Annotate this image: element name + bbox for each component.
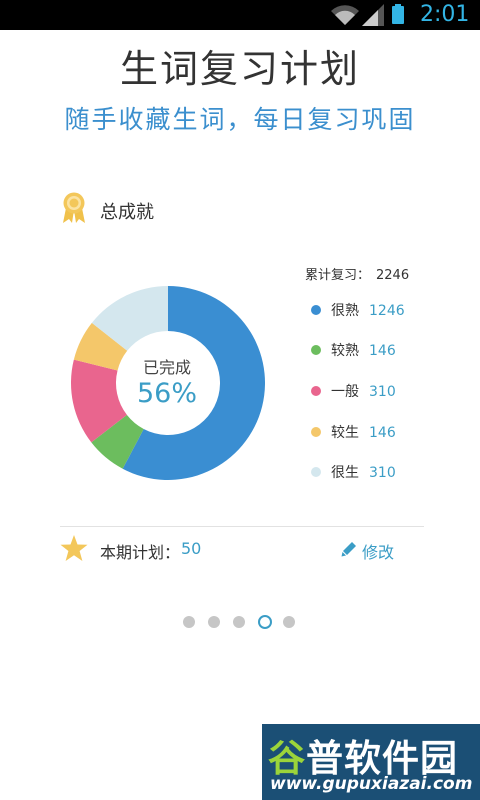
- legend-item-very-unfamiliar: 很生 310: [311, 462, 396, 482]
- legend-value: 146: [369, 425, 396, 441]
- legend-dot: [311, 305, 321, 315]
- legend-item-average: 一般 310: [311, 381, 396, 401]
- star-icon: [60, 535, 88, 561]
- page-dot-3[interactable]: [233, 616, 245, 628]
- divider: [60, 526, 424, 527]
- legend-dot: [311, 386, 321, 396]
- legend-name: 很生: [331, 465, 359, 481]
- page-dot-1[interactable]: [183, 616, 195, 628]
- edit-plan-label: 修改: [362, 543, 395, 562]
- watermark: 谷普软件园 www.gupuxiazai.com: [262, 724, 480, 800]
- page-title: 生词复习计划: [119, 47, 360, 91]
- legend-name: 一般: [331, 384, 359, 400]
- pencil-icon: [341, 542, 356, 557]
- achievement-label: 总成就: [100, 202, 154, 223]
- legend-item-familiar: 较熟 146: [311, 340, 396, 360]
- total-reviews-label: 累计复习：: [305, 268, 371, 283]
- legend-dot: [311, 345, 321, 355]
- watermark-url: www.gupuxiazai.com: [270, 774, 473, 794]
- page-dot-2[interactable]: [208, 616, 220, 628]
- legend-name: 较生: [331, 425, 359, 441]
- legend-item-unfamiliar: 较生 146: [311, 422, 396, 442]
- medal-icon: [63, 192, 85, 223]
- status-bar: 2:01: [0, 0, 480, 30]
- total-reviews: 累计复习： 2246: [305, 264, 409, 283]
- legend-value: 1246: [369, 303, 405, 319]
- legend-name: 很熟: [331, 303, 359, 319]
- page-indicator[interactable]: [183, 614, 303, 630]
- battery-icon: [392, 4, 404, 24]
- page-dot-4[interactable]: [258, 615, 272, 629]
- total-reviews-value: 2246: [376, 268, 410, 283]
- page-dot-5[interactable]: [283, 616, 295, 628]
- completion-percentage: 56%: [136, 378, 197, 409]
- legend-value: 310: [369, 384, 396, 400]
- plan-value: 50: [181, 539, 202, 558]
- legend-dot: [311, 467, 321, 477]
- legend-item-very-familiar: 很熟 1246: [311, 300, 405, 320]
- page-subtitle: 随手收藏生词，每日复习巩固: [64, 105, 416, 134]
- signal-icon: [362, 4, 384, 26]
- wifi-icon: [331, 5, 359, 26]
- status-time: 2:01: [420, 2, 470, 27]
- completion-label: 已完成: [142, 358, 191, 377]
- legend-dot: [311, 427, 321, 437]
- legend-name: 较熟: [331, 343, 359, 359]
- plan-label: 本期计划：: [100, 543, 181, 562]
- legend-value: 146: [369, 343, 396, 359]
- legend-value: 310: [369, 465, 396, 481]
